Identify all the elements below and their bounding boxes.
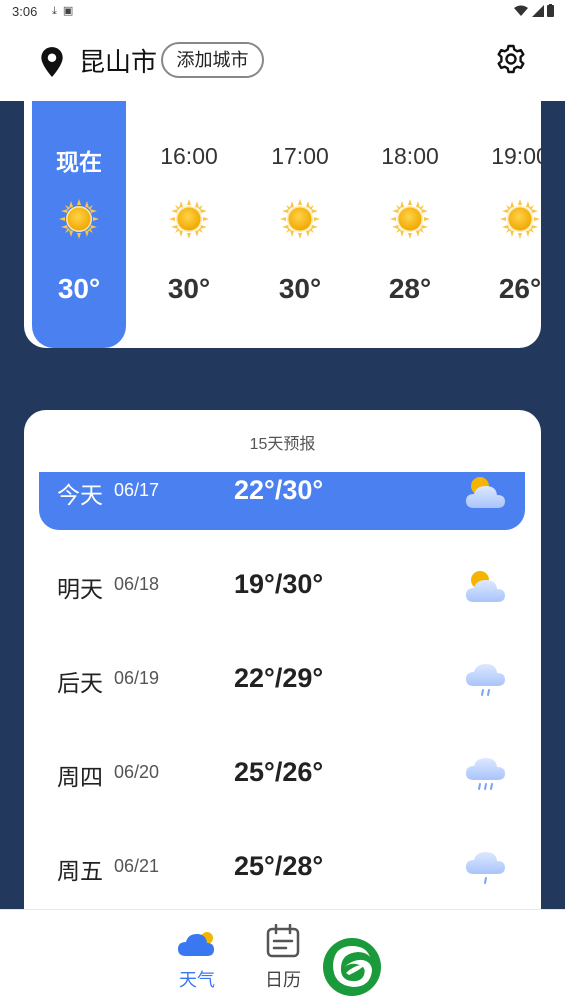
- hour-time: 现在: [56, 149, 102, 175]
- hour-temp: 30°: [167, 273, 211, 304]
- hourly-item[interactable]: 16:00 30°: [142, 101, 236, 348]
- app-logo-leaf-icon[interactable]: [322, 937, 382, 997]
- hourly-item-now[interactable]: 现在 30°: [32, 101, 126, 348]
- app-root: 3:06 ⤓▣ 昆山市 添加城市 现在 30° 16:00 30° 17:00 …: [0, 0, 565, 1004]
- hour-time: 16:00: [160, 143, 218, 169]
- light-rain-icon: [464, 848, 508, 888]
- day-temp: 22°/29°: [234, 663, 324, 693]
- forecast-title: 15天预报: [249, 436, 316, 453]
- settings-gear-icon[interactable]: [495, 43, 527, 75]
- hour-temp: 26°: [498, 273, 541, 304]
- nav-tab-calendar[interactable]: 日历: [258, 922, 308, 992]
- nav-label-weather: 天气: [179, 970, 215, 990]
- add-city-button[interactable]: 添加城市: [161, 42, 264, 78]
- forecast-row[interactable]: 周四 06/20 25°/26°: [39, 744, 525, 802]
- day-name: 后天: [57, 670, 103, 696]
- hour-temp: 28°: [388, 273, 432, 304]
- forecast-row-today[interactable]: 今天 06/17 22°/30°: [39, 472, 525, 530]
- partly-cloudy-icon: [464, 472, 508, 512]
- day-name: 明天: [57, 576, 103, 602]
- notification-icons: ⤓▣: [52, 4, 79, 18]
- light-rain-icon: [464, 660, 508, 700]
- hourly-item[interactable]: 17:00 30°: [253, 101, 347, 348]
- rain-icon: [464, 754, 508, 794]
- day-name: 周五: [57, 858, 103, 884]
- hour-time: 17:00: [271, 143, 329, 169]
- hour-time: 18:00: [381, 143, 439, 169]
- calendar-icon: [266, 924, 300, 958]
- download-icon: ⤓: [52, 5, 63, 17]
- nav-tab-weather[interactable]: 天气: [172, 922, 222, 992]
- day-temp: 25°/28°: [234, 851, 324, 881]
- status-bar: 3:06 ⤓▣: [0, 0, 565, 24]
- bottom-nav: 天气 日历: [0, 909, 565, 1004]
- wifi-icon: [514, 5, 529, 16]
- hourly-item[interactable]: 18:00 28°: [363, 101, 457, 348]
- location-pin-icon[interactable]: [38, 46, 66, 78]
- status-time: 3:06: [12, 4, 38, 19]
- day-name: 今天: [57, 482, 103, 508]
- battery-icon: [547, 4, 554, 18]
- forecast-row[interactable]: 明天 06/18 19°/30°: [39, 556, 525, 614]
- sun-icon: [169, 199, 209, 239]
- a-icon: ▣: [62, 5, 80, 17]
- city-name[interactable]: 昆山市: [79, 46, 157, 78]
- day-date: 06/18: [114, 574, 160, 594]
- hour-temp: 30°: [57, 273, 101, 304]
- sun-icon: [390, 199, 430, 239]
- sun-icon: [59, 199, 99, 239]
- system-icons: [514, 3, 555, 18]
- weather-cloud-icon: [178, 932, 214, 956]
- hour-temp: 30°: [278, 273, 322, 304]
- day-date: 06/19: [114, 668, 160, 688]
- day-temp: 25°/26°: [234, 757, 324, 787]
- hourly-forecast-card[interactable]: 现在 30° 16:00 30° 17:00 30° 18:00 28° 19:…: [24, 101, 541, 348]
- day-temp: 22°/30°: [234, 475, 324, 505]
- day-name: 周四: [57, 764, 103, 790]
- day-temp: 19°/30°: [234, 569, 324, 599]
- header: 昆山市 添加城市: [0, 24, 565, 101]
- day-date: 06/17: [114, 480, 160, 500]
- forecast-row[interactable]: 周五 06/21 25°/28°: [39, 838, 525, 896]
- day-date: 06/21: [114, 856, 160, 876]
- sun-icon: [280, 199, 320, 239]
- hour-time: 19:00: [491, 143, 541, 169]
- day-date: 06/20: [114, 762, 160, 782]
- nav-label-calendar: 日历: [265, 970, 301, 990]
- sun-icon: [500, 199, 540, 239]
- hourly-item[interactable]: 19:00 26°: [473, 101, 541, 348]
- partly-cloudy-icon: [464, 566, 508, 606]
- forecast-card: 15天预报 今天 06/17 22°/30° 明天 06/18 19°/30° …: [24, 410, 541, 909]
- signal-icon: [531, 4, 544, 17]
- forecast-row[interactable]: 后天 06/19 22°/29°: [39, 650, 525, 708]
